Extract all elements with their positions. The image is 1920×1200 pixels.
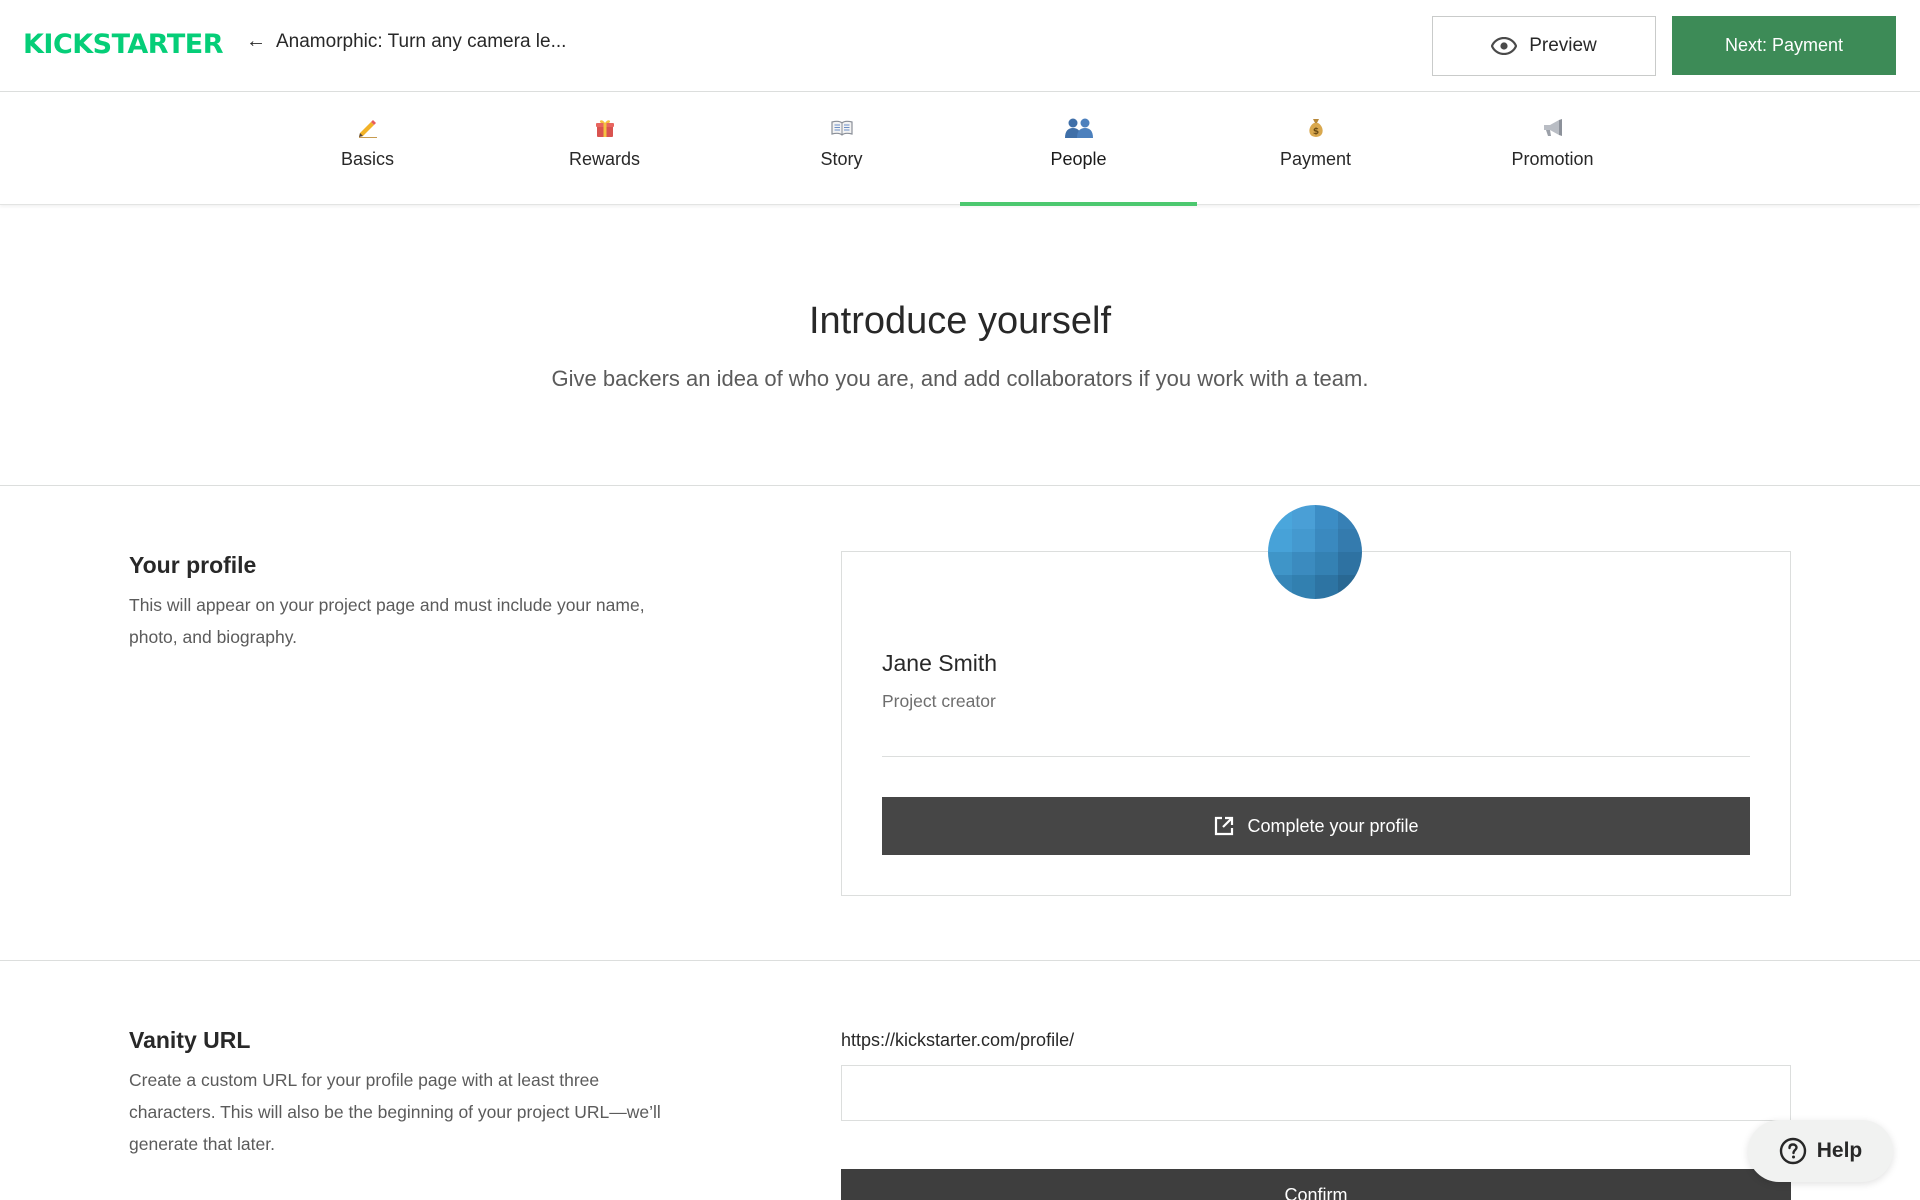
preview-button[interactable]: Preview	[1432, 16, 1656, 76]
tab-label: Payment	[1279, 149, 1352, 169]
pencil-icon	[357, 117, 379, 139]
tab-people[interactable]: People	[960, 93, 1197, 206]
page-subtitle: Give backers an idea of who you are, and…	[551, 366, 1369, 391]
tab-promotion[interactable]: Promotion	[1434, 93, 1671, 205]
tab-label: Story	[820, 149, 863, 169]
top-header: KICKSTARTER ← Anamorphic: Turn any camer…	[0, 0, 1920, 92]
card-divider	[882, 756, 1750, 757]
tab-story[interactable]: Story	[723, 93, 960, 205]
eye-icon	[1491, 37, 1518, 55]
help-button[interactable]: Help	[1748, 1120, 1893, 1182]
question-circle-icon	[1779, 1137, 1806, 1165]
confirm-label: Confirm	[1284, 1185, 1348, 1200]
back-arrow-icon: ←	[246, 30, 266, 52]
section-divider	[0, 485, 1920, 486]
tab-label: People	[1050, 149, 1107, 169]
money-bag-icon: $	[1307, 117, 1325, 139]
avatar	[1268, 505, 1362, 599]
profile-name: Jane Smith	[882, 650, 998, 676]
tab-label: Promotion	[1511, 149, 1594, 169]
kickstarter-logo[interactable]: KICKSTARTER	[23, 29, 223, 59]
profile-section-title: Your profile	[129, 552, 257, 578]
back-to-project-link[interactable]: ← Anamorphic: Turn any camera le...	[246, 30, 566, 53]
external-link-icon	[1215, 816, 1234, 836]
vanity-url-input[interactable]	[841, 1065, 1791, 1121]
gift-icon	[595, 117, 615, 139]
complete-profile-label: Complete your profile	[1247, 815, 1419, 836]
profile-section-description: This will appear on your project page an…	[129, 595, 645, 647]
help-label: Help	[1816, 1139, 1863, 1162]
people-icon	[1064, 117, 1094, 139]
tab-label: Rewards	[568, 149, 641, 169]
vanity-section-description: Create a custom URL for your profile pag…	[129, 1070, 661, 1154]
megaphone-icon	[1542, 117, 1564, 139]
tab-label: Basics	[340, 149, 394, 169]
next-payment-button[interactable]: Next: Payment	[1672, 16, 1896, 75]
svg-text:$: $	[1312, 127, 1318, 137]
preview-label: Preview	[1529, 35, 1597, 56]
vanity-section-title: Vanity URL	[129, 1027, 251, 1053]
page-title: Introduce yourself	[808, 300, 1112, 342]
book-icon	[830, 117, 853, 139]
tab-rewards[interactable]: Rewards	[486, 93, 723, 205]
project-title: Anamorphic: Turn any camera le...	[276, 30, 567, 52]
url-prefix-label: https://kickstarter.com/profile/	[841, 1030, 1075, 1050]
profile-role: Project creator	[882, 691, 996, 711]
svg-text:KICKSTARTER: KICKSTARTER	[23, 29, 223, 59]
tab-basics[interactable]: Basics	[249, 93, 486, 205]
project-nav-tabs: Basics Rewards Story People $ Payment Pr…	[0, 93, 1920, 206]
confirm-button[interactable]: Confirm	[841, 1169, 1791, 1200]
tab-payment[interactable]: $ Payment	[1197, 93, 1434, 205]
complete-profile-button[interactable]: Complete your profile	[882, 797, 1750, 855]
section-divider	[0, 960, 1920, 961]
